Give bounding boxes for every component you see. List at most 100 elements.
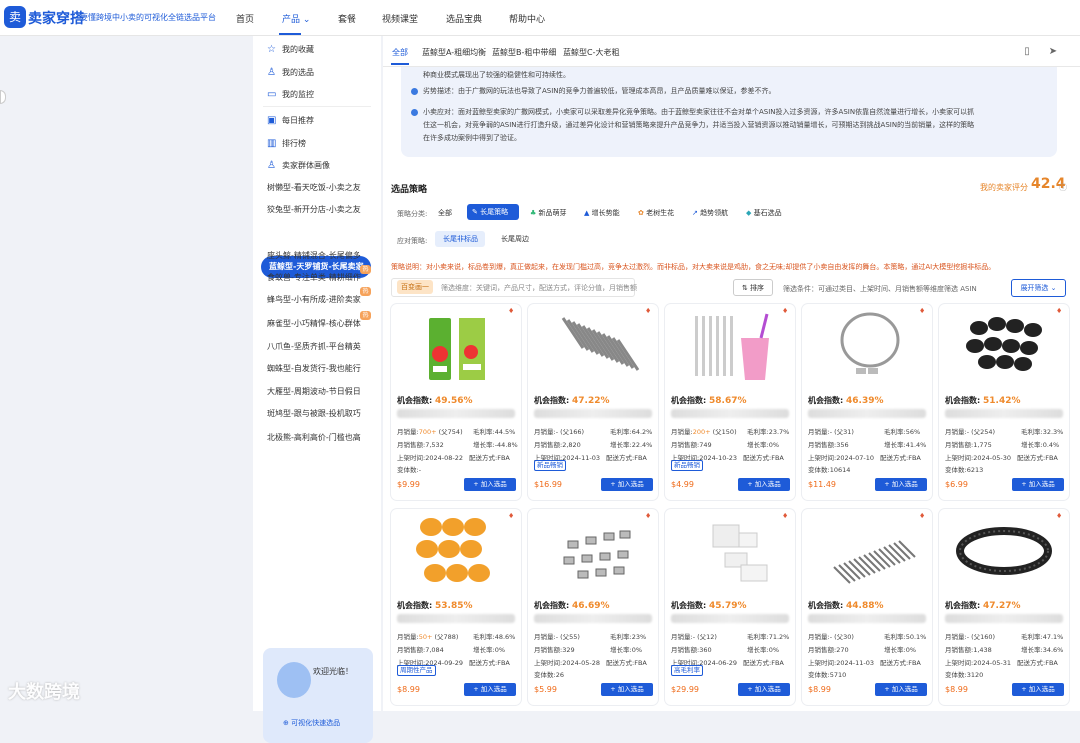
add-to-selection-button[interactable]: + 加入选品 xyxy=(738,478,790,491)
product-image[interactable] xyxy=(675,513,785,591)
product-image[interactable] xyxy=(949,308,1059,386)
product-image[interactable] xyxy=(675,308,785,386)
add-to-selection-button[interactable]: + 加入选品 xyxy=(464,683,516,696)
product-image[interactable] xyxy=(538,513,648,591)
strategy-chip-longtail[interactable]: ✎ 长尾策略 xyxy=(467,204,519,220)
add-to-selection-button[interactable]: + 加入选品 xyxy=(601,683,653,696)
margin-label: 毛利率: xyxy=(884,428,906,436)
sidebar-item-favorites[interactable]: ☆ 我的收藏 xyxy=(267,44,314,55)
product-image[interactable] xyxy=(949,513,1059,591)
monthly-sales: 月销量:- (父31) xyxy=(808,426,854,436)
tab-bluewhale-b[interactable]: 蓝鲸型B-粗中带细 xyxy=(492,47,556,58)
product-image[interactable] xyxy=(538,308,648,386)
sidebar-item-monitor[interactable]: ▭ 我的监控 xyxy=(267,89,314,100)
opportunity-label: 机会指数: xyxy=(945,396,981,405)
apply-chip-longtail-nonstandard[interactable]: 长尾非标品 xyxy=(435,231,485,247)
margin: 毛利率:47.1% xyxy=(1021,631,1063,641)
product-card[interactable]: ♦ 机会指数: 44.88% 月销量:- (父30) 毛利率:50.1% 月销售额:27… xyxy=(802,509,932,705)
promo-link[interactable]: ⊕ 可视化快速选品 xyxy=(283,718,340,728)
nav-home[interactable]: 首页 xyxy=(236,12,254,25)
strategy-chip-new-sprout[interactable]: ♣ 新品萌芽 xyxy=(525,205,573,221)
brand-logo-icon[interactable]: 卖 xyxy=(4,6,26,28)
add-to-selection-button[interactable]: + 加入选品 xyxy=(875,478,927,491)
growth: 增长率:0.4% xyxy=(1021,439,1059,449)
sidebar-group-octopus[interactable]: 八爪鱼-坚质齐抓-平台精英 xyxy=(267,341,361,352)
sidebar-group-dove[interactable]: 斑鸠型-跟与被跟-投机取巧 xyxy=(267,408,361,419)
product-card[interactable]: ♦ 机会指数: 58.67% 月销量:200+ (父150) 毛利率:23.7% 月销售… xyxy=(665,304,795,500)
revenue-label: 月销售额: xyxy=(534,646,563,654)
info-icon[interactable]: ⓘ xyxy=(1059,182,1067,193)
tab-all[interactable]: 全部 xyxy=(392,47,408,58)
product-card[interactable]: ♦ 机会指数: 53.85% 月销量:50+ (父788) 毛利率:48.6% 月销售额… xyxy=(391,509,521,705)
add-to-selection-button[interactable]: + 加入选品 xyxy=(875,683,927,696)
listed-label: 上架时间: xyxy=(945,659,974,667)
book-icon[interactable]: ▯ xyxy=(1020,45,1034,59)
strategy-chip-old-tree[interactable]: ✿ 老树生花 xyxy=(633,205,681,221)
variants-value: 10614 xyxy=(829,466,851,474)
product-card[interactable]: ♦ 机会指数: 46.39% 月销量:- (父31) 毛利率:56% 月销售额:356 增… xyxy=(802,304,932,500)
sidebar-group-humpback[interactable]: 座头鲸-精铺混合-长尾偏多 xyxy=(267,250,361,261)
sidebar-item-seller-persona[interactable]: ♙ 卖家群体画像 xyxy=(267,160,330,171)
product-image[interactable] xyxy=(812,308,922,386)
brand-name[interactable]: 卖家穿搭 xyxy=(28,8,84,28)
add-to-selection-button[interactable]: + 加入选品 xyxy=(738,683,790,696)
sidebar-group-sparrow[interactable]: 麻雀型-小巧精悍-核心群体 xyxy=(267,318,361,329)
sidebar-group-anteater[interactable]: 食蚁兽-专注单类-精耕细作 xyxy=(267,272,361,283)
nav-selection-guide[interactable]: 选品宝典 xyxy=(446,12,482,25)
product-image[interactable] xyxy=(401,308,511,386)
delivery-value: FBA xyxy=(771,454,784,462)
expand-filter-button[interactable]: 展开筛选 ⌄ xyxy=(1011,279,1066,297)
delivery-value: FBA xyxy=(1045,454,1058,462)
add-to-selection-button[interactable]: + 加入选品 xyxy=(1012,478,1064,491)
sidebar-group-spider[interactable]: 蜘蛛型-自发货行-我也能行 xyxy=(267,363,361,374)
opportunity-value: 47.27% xyxy=(983,601,1021,611)
opportunity-index: 机会指数: 44.88% xyxy=(808,600,884,611)
add-to-selection-button[interactable]: + 加入选品 xyxy=(464,478,516,491)
strategy-chip-cornerstone[interactable]: ◆ 基石选品 xyxy=(741,205,791,221)
sidebar-group-polarbear[interactable]: 北极熊-高利高价-门槛也高 xyxy=(267,432,361,443)
tab-bluewhale-a[interactable]: 蓝鲸型A-粗细均衡 xyxy=(422,47,486,58)
margin-label: 毛利率: xyxy=(610,633,632,641)
product-card[interactable]: ♦ 机会指数: 51.42% 月销量:- (父254) 毛利率:32.3% 月销售额:1… xyxy=(939,304,1069,500)
sidebar-group-goose[interactable]: 大雁型-周期波动-节日假日 xyxy=(267,386,361,397)
sidebar-item-my-selection[interactable]: ♙ 我的选品 xyxy=(267,67,314,78)
revenue-value: 356 xyxy=(836,441,849,449)
sidebar-group-rabbit[interactable]: 狡兔型-新开分店-小卖之友 xyxy=(267,204,361,215)
nav-video-class[interactable]: 视频课堂 xyxy=(382,12,418,25)
strategy-chip-all[interactable]: 全部 xyxy=(433,205,463,221)
nav-help-center[interactable]: 帮助中心 xyxy=(509,12,545,25)
filter-tag[interactable]: 百变画一 xyxy=(397,280,433,294)
description-text: 种商业模式展现出了较强的稳健性和可持续性。 xyxy=(423,71,570,79)
sort-button[interactable]: ⇅ 排序 xyxy=(733,279,773,296)
nav-products[interactable]: 产品 ⌄ xyxy=(282,12,310,25)
apply-chip-longtail-peripheral[interactable]: 长尾周边 xyxy=(493,231,543,247)
product-price: $9.99 xyxy=(397,480,420,489)
sidebar-item-daily[interactable]: ▣ 每日推荐 xyxy=(267,115,314,126)
nav-active-indicator xyxy=(279,33,301,35)
sidebar-toggle-handle[interactable] xyxy=(0,90,6,104)
delivery-label: 配送方式: xyxy=(469,454,498,462)
tab-bluewhale-c[interactable]: 蓝鲸型C-大老粗 xyxy=(563,47,619,58)
growth: 增长率:0% xyxy=(473,644,505,654)
monthly-sales: 月销量:- (父166) xyxy=(534,426,584,436)
strategy-chip-trend[interactable]: ↗ 趋势领航 xyxy=(687,205,735,221)
product-image[interactable] xyxy=(401,513,511,591)
sidebar-group-sloth[interactable]: 树懒型-看天吃饭-小卖之友 xyxy=(267,182,361,193)
add-to-selection-button[interactable]: + 加入选品 xyxy=(601,478,653,491)
monthly-sales-value: (父754) xyxy=(436,428,463,436)
nav-plans[interactable]: 套餐 xyxy=(338,12,356,25)
product-card[interactable]: ♦ 机会指数: 47.27% 月销量:- (父160) 毛利率:47.1% 月销售额:1… xyxy=(939,509,1069,705)
send-icon[interactable]: ➤ xyxy=(1046,45,1060,59)
product-card[interactable]: ♦ 机会指数: 49.56% 月销量:700+ (父754) 毛利率:44.5% 月销售… xyxy=(391,304,521,500)
strategy-chip-growth[interactable]: ▲ 增长势能 xyxy=(579,205,627,221)
add-to-selection-button[interactable]: + 加入选品 xyxy=(1012,683,1064,696)
opportunity-value: 47.22% xyxy=(572,396,610,406)
maple-leaf-icon: ♦ xyxy=(782,307,789,315)
product-card[interactable]: ♦ 机会指数: 46.69% 月销量:- (父55) 毛利率:23% 月销售额:329 增… xyxy=(528,509,658,705)
product-price: $4.99 xyxy=(671,480,694,489)
product-card[interactable]: ♦ 机会指数: 47.22% 月销量:- (父166) 毛利率:64.2% 月销售额:2… xyxy=(528,304,658,500)
sidebar-item-ranking[interactable]: ▥ 排行榜 xyxy=(267,138,306,149)
sidebar-group-hummingbird[interactable]: 蜂鸟型-小有所成-进阶卖家 xyxy=(267,294,361,305)
product-card[interactable]: ♦ 机会指数: 45.79% 月销量:- (父12) 毛利率:71.2% 月销售额:36… xyxy=(665,509,795,705)
product-image[interactable] xyxy=(812,513,922,591)
